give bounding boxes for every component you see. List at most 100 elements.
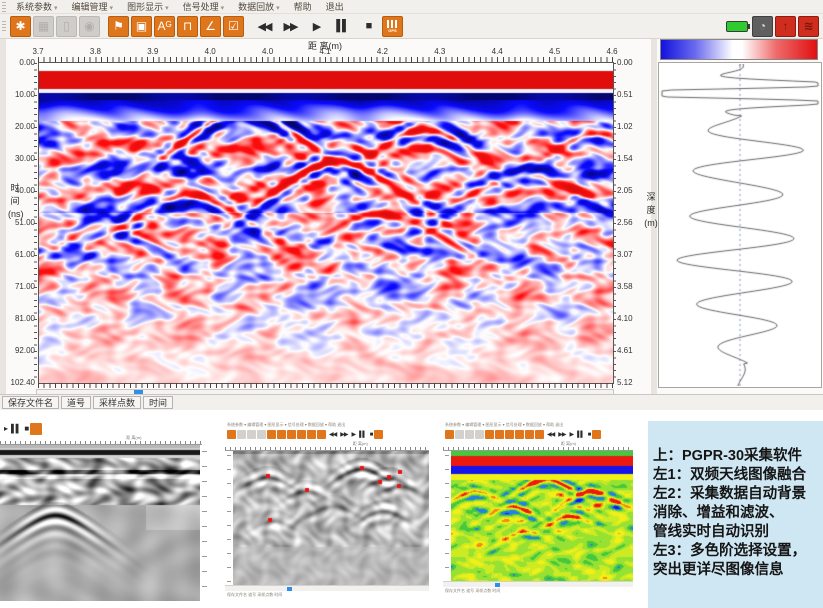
status-tab-0[interactable]: 保存文件名 <box>2 396 59 409</box>
menu-item-1[interactable]: 编辑管理▾ <box>65 0 121 13</box>
radargram-canvas[interactable] <box>38 62 614 384</box>
mini-pause-icon: ▌▌ <box>359 432 366 438</box>
left-tick-label: 0.00 <box>19 58 35 67</box>
mini-toolbar-button <box>475 430 484 439</box>
delete-trash-button[interactable]: ▯ <box>56 16 77 37</box>
mini-toolbar-button <box>495 430 504 439</box>
thumb2-menu: 系统参数 ▾ 编辑管理 ▾ 图形显示 ▾ 信号处理 ▾ 数据回放 ▾ 帮助 退出 <box>225 421 437 428</box>
right-axis-title: 深度(m) <box>644 191 658 230</box>
left-tick-label: 92.00 <box>15 346 35 355</box>
mini-toolbar-button <box>297 430 306 439</box>
top-tick-label: 4.1 <box>319 47 330 56</box>
annotation-line-5: 左3：多色阶选择设置， <box>653 542 823 561</box>
thumb1-radargram <box>0 445 200 601</box>
menu-item-2[interactable]: 图形显示▾ <box>120 0 176 13</box>
bottom-axis-ruler <box>38 383 613 388</box>
mini-play-icon: ▶ <box>351 431 355 438</box>
chevron-down-icon: ▾ <box>165 5 169 12</box>
gain-curve-button[interactable]: ∠ <box>200 16 221 37</box>
status-tab-1[interactable]: 道号 <box>61 396 91 409</box>
left-tick-label: 20.00 <box>15 122 35 131</box>
mini-toolbar-button <box>257 430 266 439</box>
filter-setting-icon: ⊓ <box>183 19 192 33</box>
mini-fast-forward-icon: ▶▶ <box>558 431 565 438</box>
top-axis-ticks: 3.73.83.94.04.04.14.24.34.44.54.6 <box>38 47 612 56</box>
edit-mark-button[interactable]: ☑ <box>223 16 244 37</box>
gauge-button[interactable]: ◔ <box>752 16 773 37</box>
mini-toolbar-button <box>317 430 326 439</box>
right-tick-label: 2.56 <box>617 218 633 227</box>
mini-rewind-icon: ◀◀ <box>329 431 336 438</box>
mini-toolbar-button <box>515 430 524 439</box>
thumbnail-auto-detection: 系统参数 ▾ 编辑管理 ▾ 图形显示 ▾ 信号处理 ▾ 数据回放 ▾ 帮助 退出… <box>225 421 437 598</box>
fast-forward-button[interactable]: ▶▶ <box>279 16 301 37</box>
display-monitor-button[interactable]: ▣ <box>131 16 152 37</box>
top-tick-label: 3.7 <box>32 47 43 56</box>
status-tab-2[interactable]: 采样点数 <box>93 396 141 409</box>
mini-toolbar-button <box>525 430 534 439</box>
gain-curve-icon: ∠ <box>205 19 216 33</box>
trace-panel <box>658 62 822 388</box>
menu-item-4[interactable]: 数据回放▾ <box>231 0 287 13</box>
menu-item-5[interactable]: 帮助 <box>287 0 319 13</box>
mini-toolbar-button <box>237 430 246 439</box>
menu-grip <box>2 2 6 12</box>
marker-pin-icon: ⚑ <box>113 19 124 33</box>
gauge-icon: ◔ <box>759 19 766 33</box>
play-button[interactable]: ▶ <box>305 16 327 37</box>
filter-setting-button[interactable]: ⊓ <box>177 16 198 37</box>
mini-toolbar-button <box>267 430 276 439</box>
window-mode-icon: ◉ <box>84 19 94 33</box>
mini-pause-icon: ▌▌ <box>577 432 584 438</box>
mini-toolbar-button <box>465 430 474 439</box>
gain-setting-button[interactable]: Aᴳ <box>154 16 175 37</box>
save-icon: ▦ <box>38 19 49 33</box>
mini-rewind-icon: ◀◀ <box>547 431 554 438</box>
menu-item-3[interactable]: 信号处理▾ <box>176 0 232 13</box>
mini-play-icon: ▶ <box>569 431 573 438</box>
settings-gear-button[interactable]: ✱ <box>10 16 31 37</box>
marker-pin-button[interactable]: ⚑ <box>108 16 129 37</box>
window-mode-button[interactable]: ◉ <box>79 16 100 37</box>
stop-button[interactable]: ■ <box>357 16 379 37</box>
right-tick-label: 5.12 <box>617 378 633 387</box>
thumb1-right-labels <box>200 445 214 601</box>
chevron-down-icon: ▾ <box>54 5 58 12</box>
annotation-line-3: 消除、增益和滤波、 <box>653 504 823 523</box>
thumb3-scrollbar <box>443 581 633 587</box>
mini-toolbar-button <box>445 430 454 439</box>
thumb3-axis: 距 离(m) <box>443 441 633 451</box>
left-tick-label: 10.00 <box>15 90 35 99</box>
top-tick-label: 4.0 <box>262 47 273 56</box>
save-button[interactable]: ▦ <box>33 16 54 37</box>
mini-toolbar-button <box>485 430 494 439</box>
edit-mark-icon: ☑ <box>228 19 239 33</box>
annotation-line-2: 左2：采集数据自动背景 <box>653 485 823 504</box>
right-tick-label: 1.54 <box>617 154 633 163</box>
antenna-radar-button[interactable]: ≋ <box>798 16 819 37</box>
thumb2-left-labels <box>225 451 233 585</box>
annotation-block: 上：PGPR-30采集软件左1：双频天线图像融合左2：采集数据自动背景消除、增益… <box>648 421 823 608</box>
chevron-down-icon: ▾ <box>221 5 225 12</box>
mini-toolbar-button <box>277 430 286 439</box>
upload-button[interactable]: ↑ <box>775 16 796 37</box>
gps-button[interactable]: GPS <box>382 16 403 37</box>
right-axis-minor-ticks <box>613 63 616 383</box>
thumbnail-dual-frequency-fusion: ▸▌▌■ 距 离(m) <box>0 422 216 601</box>
delete-trash-icon: ▯ <box>63 19 70 33</box>
menu-item-0[interactable]: 系统参数▾ <box>9 0 65 13</box>
color-scale <box>660 39 818 60</box>
upload-icon: ↑ <box>783 19 789 33</box>
chevron-down-icon: ▾ <box>276 5 280 12</box>
left-tick-label: 30.00 <box>15 154 35 163</box>
pause-button[interactable]: ▌▌ <box>331 16 353 37</box>
top-tick-label: 4.4 <box>492 47 503 56</box>
trace-waveform-canvas <box>660 64 820 386</box>
rewind-button[interactable]: ◀◀ <box>253 16 275 37</box>
menu-item-6[interactable]: 退出 <box>319 0 351 13</box>
status-tab-3[interactable]: 时间 <box>143 396 173 409</box>
display-monitor-icon: ▣ <box>136 19 147 33</box>
left-axis-ticks: 0.0010.0020.0030.0040.0051.0061.0071.008… <box>4 62 35 384</box>
thumb3-toolbar: ◀◀▶▶▶▌▌■ <box>443 428 641 441</box>
right-tick-label: 2.05 <box>617 186 633 195</box>
